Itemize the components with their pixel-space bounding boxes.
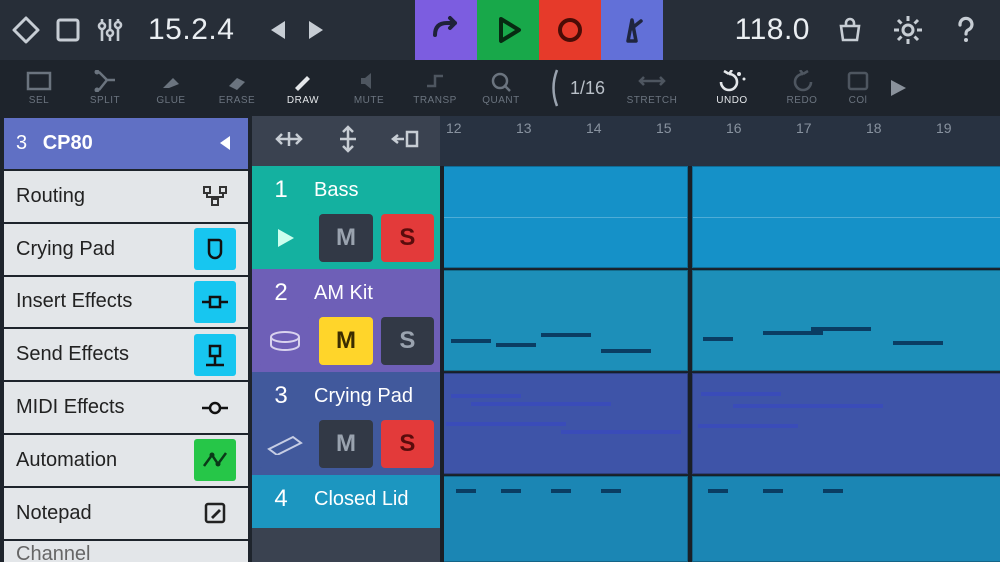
audio-clip[interactable] — [692, 166, 1000, 268]
loop-button[interactable] — [415, 0, 477, 60]
mute-button[interactable]: M — [319, 214, 372, 262]
track-row-4[interactable]: 4 Closed Lid — [252, 475, 440, 528]
automation-icon — [194, 439, 236, 481]
shop-icon[interactable] — [832, 12, 868, 48]
tool-transp[interactable]: TRANSP — [402, 60, 468, 116]
track-number: 4 — [258, 477, 304, 521]
edit-icon — [194, 492, 236, 534]
mixer-icon[interactable] — [92, 12, 128, 48]
tool-erase[interactable]: ERASE — [204, 60, 270, 116]
midi-clip[interactable] — [692, 373, 1000, 474]
tool-split[interactable]: SPLIT — [72, 60, 138, 116]
inspector-row-cryingpad[interactable]: Crying Pad — [4, 224, 248, 275]
arrange-view[interactable]: 12 13 14 15 16 17 18 19 — [440, 116, 1000, 562]
inspector-row-routing[interactable]: Routing — [4, 171, 248, 222]
tool-undo[interactable]: UNDO — [695, 60, 769, 116]
tempo-display[interactable]: 118.0 — [735, 13, 810, 47]
inspector-row-midifx[interactable]: MIDI Effects — [4, 382, 248, 433]
track-name: AM Kit — [314, 282, 373, 305]
play-mini-icon[interactable] — [881, 60, 915, 116]
midi-clip[interactable] — [692, 476, 1000, 562]
inspector-row-automation[interactable]: Automation — [4, 435, 248, 486]
drum-icon[interactable] — [258, 317, 311, 365]
inspector-header[interactable]: 3 CP80 — [4, 118, 248, 169]
keyboard-icon[interactable] — [258, 420, 311, 468]
tool-col[interactable]: COl — [835, 60, 881, 116]
tool-sel[interactable]: SEL — [6, 60, 72, 116]
midi-clip[interactable] — [440, 476, 688, 562]
track-name: Closed Lid — [314, 488, 409, 511]
play-button[interactable] — [477, 0, 539, 60]
midi-clip[interactable] — [440, 270, 688, 371]
rewind-button[interactable] — [258, 12, 294, 48]
tool-redo[interactable]: REDO — [769, 60, 835, 116]
track-number: 3 — [258, 374, 304, 418]
send-icon — [194, 334, 236, 376]
autozoom-icon[interactable] — [390, 127, 420, 156]
track-controls: 1 Bass M S 2 AM Kit M S 3 Crying — [252, 116, 440, 562]
inspector-row-channel[interactable]: Channel — [4, 541, 248, 562]
collapse-icon — [214, 132, 236, 154]
tool-mute[interactable]: MUTE — [336, 60, 402, 116]
tool-stretch[interactable]: STRETCH — [619, 60, 685, 116]
help-icon[interactable] — [948, 12, 984, 48]
song-position[interactable]: 15.2.4 — [148, 13, 234, 47]
metronome-button[interactable] — [601, 0, 663, 60]
tool-quant[interactable]: QUANT — [468, 60, 534, 116]
track-row-1[interactable]: 1 Bass M S — [252, 166, 440, 269]
solo-button[interactable]: S — [381, 420, 434, 468]
solo-button[interactable]: S — [381, 214, 434, 262]
settings-icon[interactable] — [890, 12, 926, 48]
instrument-icon — [194, 228, 236, 270]
inspector-row-sendfx[interactable]: Send Effects — [4, 329, 248, 380]
track-row-3[interactable]: 3 Crying Pad M S — [252, 372, 440, 475]
track-number: 2 — [258, 271, 304, 315]
snap-value[interactable]: 1/16 — [534, 60, 619, 116]
track-name: Bass — [314, 179, 358, 202]
insert-icon — [194, 281, 236, 323]
record-button[interactable] — [539, 0, 601, 60]
inspector-row-insertfx[interactable]: Insert Effects — [4, 277, 248, 328]
forward-button[interactable] — [300, 12, 336, 48]
hzoom-icon[interactable] — [272, 128, 306, 155]
tool-draw[interactable]: DRAW — [270, 60, 336, 116]
inspector-row-notepad[interactable]: Notepad — [4, 488, 248, 539]
audio-clip[interactable] — [440, 166, 688, 268]
midi-clip[interactable] — [440, 373, 688, 474]
inspector-panel: 3 CP80 Routing Crying Pad Insert Effects… — [0, 116, 252, 562]
midi-clip[interactable] — [692, 270, 1000, 371]
tool-glue[interactable]: GLUE — [138, 60, 204, 116]
track-play-icon[interactable] — [258, 214, 311, 262]
project-icon[interactable] — [8, 12, 44, 48]
stop-button[interactable] — [50, 12, 86, 48]
timeline-ruler[interactable]: 12 13 14 15 16 17 18 19 — [440, 116, 1000, 166]
track-row-2[interactable]: 2 AM Kit M S — [252, 269, 440, 372]
locator-left[interactable] — [440, 166, 444, 562]
solo-button[interactable]: S — [381, 317, 434, 365]
routing-icon — [194, 175, 236, 217]
locator-right[interactable] — [688, 166, 692, 562]
mute-button[interactable]: M — [319, 317, 372, 365]
mute-button[interactable]: M — [319, 420, 372, 468]
track-name: Crying Pad — [314, 385, 413, 408]
vzoom-icon[interactable] — [337, 124, 359, 159]
midi-icon — [194, 387, 236, 429]
track-number: 1 — [258, 168, 304, 212]
